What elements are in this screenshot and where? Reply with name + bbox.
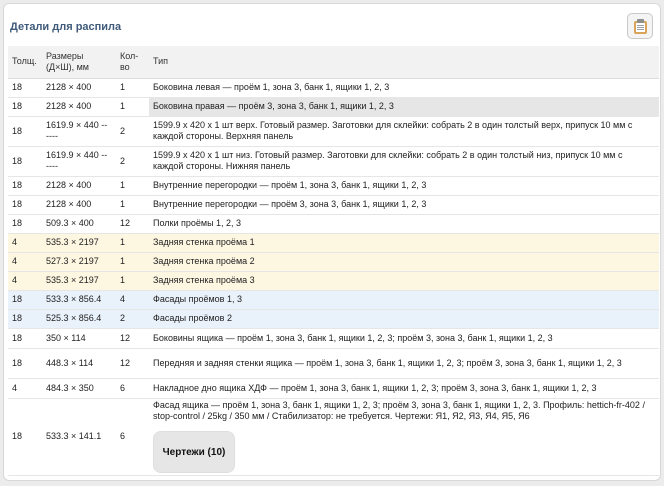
cell-type: Передняя и задняя стенки ящика — проём 1… <box>149 348 659 379</box>
cell-qty: 1 <box>116 78 149 98</box>
header-sizes: Размеры (Д×Ш), мм <box>42 46 116 79</box>
cell-sizes: 1619.9 × 440 -- ---- <box>42 146 116 177</box>
cell-thickness: 4 <box>8 378 42 399</box>
cell-sizes: 448.3 × 114 <box>42 348 116 379</box>
cell-qty: 2 <box>116 116 149 147</box>
cell-thickness: 18 <box>8 214 42 234</box>
cell-type: Боковины ящика — проём 1, зона 3, банк 1… <box>149 328 659 349</box>
cell-sizes: 1619.9 × 440 -- ---- <box>42 116 116 147</box>
copy-button[interactable] <box>627 13 653 39</box>
cell-type: Боковина правая — проём 3, зона 3, банк … <box>149 97 659 117</box>
cell-type: Накладное дно ящика ХДФ — проём 1, зона … <box>149 378 659 399</box>
table-row: 4 535.3 × 2197 1 Задняя стенка проёма 1 <box>8 233 659 253</box>
cell-sizes: 527.3 × 2197 <box>42 252 116 272</box>
cell-sizes: 533.3 × 141.1 <box>42 398 116 476</box>
cell-qty: 1 <box>116 195 149 215</box>
cell-sizes: 2128 × 400 <box>42 97 116 117</box>
cell-type-with-button: Фасад ящика — проём 1, зона 3, банк 1, я… <box>149 398 659 476</box>
table-row: 18 2128 × 400 1 Боковина левая — проём 1… <box>8 78 659 98</box>
cell-type: Фасады проёмов 2 <box>149 309 659 329</box>
cell-sizes: 509.3 × 400 <box>42 214 116 234</box>
table-row: 18 350 × 114 12 Боковины ящика — проём 1… <box>8 328 659 349</box>
cell-qty: 1 <box>116 97 149 117</box>
cell-sizes: 533.3 × 856.4 <box>42 290 116 310</box>
cell-thickness: 18 <box>8 348 42 379</box>
cell-type: Задняя стенка проёма 3 <box>149 271 659 291</box>
cell-type: Задняя стенка проёма 2 <box>149 252 659 272</box>
cell-type: Внутренние перегородки — проём 1, зона 3… <box>149 176 659 196</box>
cell-thickness: 18 <box>8 116 42 147</box>
cell-thickness: 18 <box>8 97 42 117</box>
cell-qty: 2 <box>116 309 149 329</box>
cell-type: Боковина левая — проём 1, зона 3, банк 1… <box>149 78 659 98</box>
cell-thickness: 18 <box>8 309 42 329</box>
cell-sizes: 535.3 × 2197 <box>42 271 116 291</box>
cell-type: Задняя стенка проёма 1 <box>149 233 659 253</box>
table-row: 4 527.3 × 2197 1 Задняя стенка проёма 2 <box>8 252 659 272</box>
table-row: 18 2128 × 400 1 Внутренние перегородки —… <box>8 195 659 215</box>
clipboard-icon <box>633 18 647 34</box>
table-header-row: Толщ. Размеры (Д×Ш), мм Кол-во Тип <box>8 46 659 79</box>
cell-type: 1599.9 x 420 x 1 шт низ. Готовый размер.… <box>149 146 659 177</box>
cell-qty: 1 <box>116 252 149 272</box>
cell-thickness: 18 <box>8 398 42 476</box>
cell-sizes: 2128 × 400 <box>42 195 116 215</box>
table-row: 18 1619.9 × 440 -- ---- 2 1599.9 x 420 x… <box>8 146 659 177</box>
table-row: 4 484.3 × 350 6 Накладное дно ящика ХДФ … <box>8 378 659 399</box>
cell-qty: 12 <box>116 214 149 234</box>
cell-qty: 1 <box>116 271 149 291</box>
cell-qty: 6 <box>116 398 149 476</box>
cell-type: Фасад ящика — проём 1, зона 3, банк 1, я… <box>153 400 645 421</box>
table-row: 18 533.3 × 141.1 6 Фасад ящика — проём 1… <box>8 398 659 476</box>
cell-qty: 1 <box>116 176 149 196</box>
cell-sizes: 535.3 × 2197 <box>42 233 116 253</box>
cell-thickness: 18 <box>8 195 42 215</box>
table-row: 18 1619.9 × 440 -- ---- 2 1599.9 x 420 x… <box>8 116 659 147</box>
table-row: 18 448.3 × 114 12 Передняя и задняя стен… <box>8 348 659 379</box>
cell-thickness: 18 <box>8 78 42 98</box>
cell-sizes: 2128 × 400 <box>42 176 116 196</box>
cell-qty: 12 <box>116 328 149 349</box>
cell-qty: 1 <box>116 233 149 253</box>
cell-type: Фасады проёмов 1, 3 <box>149 290 659 310</box>
table-row: 18 525.3 × 856.4 2 Фасады проёмов 2 <box>8 309 659 329</box>
cell-qty: 4 <box>116 290 149 310</box>
table-row: 18 2128 × 400 1 Внутренние перегородки —… <box>8 176 659 196</box>
table-row: 18 509.3 × 400 12 Полки проёмы 1, 2, 3 <box>8 214 659 234</box>
cell-qty: 6 <box>116 378 149 399</box>
cell-thickness: 18 <box>8 328 42 349</box>
cell-thickness: 18 <box>8 290 42 310</box>
header-type: Тип <box>149 46 659 79</box>
cell-type: 1599.9 x 420 x 1 шт верх. Готовый размер… <box>149 116 659 147</box>
header-qty: Кол-во <box>116 46 149 79</box>
cell-thickness: 4 <box>8 271 42 291</box>
cell-thickness: 18 <box>8 176 42 196</box>
cell-sizes: 525.3 × 856.4 <box>42 309 116 329</box>
table-row: 18 533.3 × 856.4 4 Фасады проёмов 1, 3 <box>8 290 659 310</box>
header-thickness: Толщ. <box>8 46 42 79</box>
cell-thickness: 4 <box>8 233 42 253</box>
cell-sizes: 484.3 × 350 <box>42 378 116 399</box>
cell-sizes: 2128 × 400 <box>42 78 116 98</box>
cell-qty: 12 <box>116 348 149 379</box>
cut-details-panel: Детали для распила Толщ. Размеры (Д×Ш), … <box>3 3 661 481</box>
table-row: 18 2128 × 400 1 Боковина правая — проём … <box>8 97 659 117</box>
cut-parts-table: Толщ. Размеры (Д×Ш), мм Кол-во Тип 18 21… <box>8 46 659 476</box>
cell-type: Внутренние перегородки — проём 3, зона 3… <box>149 195 659 215</box>
cell-qty: 2 <box>116 146 149 177</box>
panel-title: Детали для распила <box>10 21 122 33</box>
cell-thickness: 18 <box>8 146 42 177</box>
cell-sizes: 350 × 114 <box>42 328 116 349</box>
drawings-button[interactable]: Чертежи (10) <box>153 431 235 473</box>
table-row: 4 535.3 × 2197 1 Задняя стенка проёма 3 <box>8 271 659 291</box>
cell-thickness: 4 <box>8 252 42 272</box>
cell-type: Полки проёмы 1, 2, 3 <box>149 214 659 234</box>
